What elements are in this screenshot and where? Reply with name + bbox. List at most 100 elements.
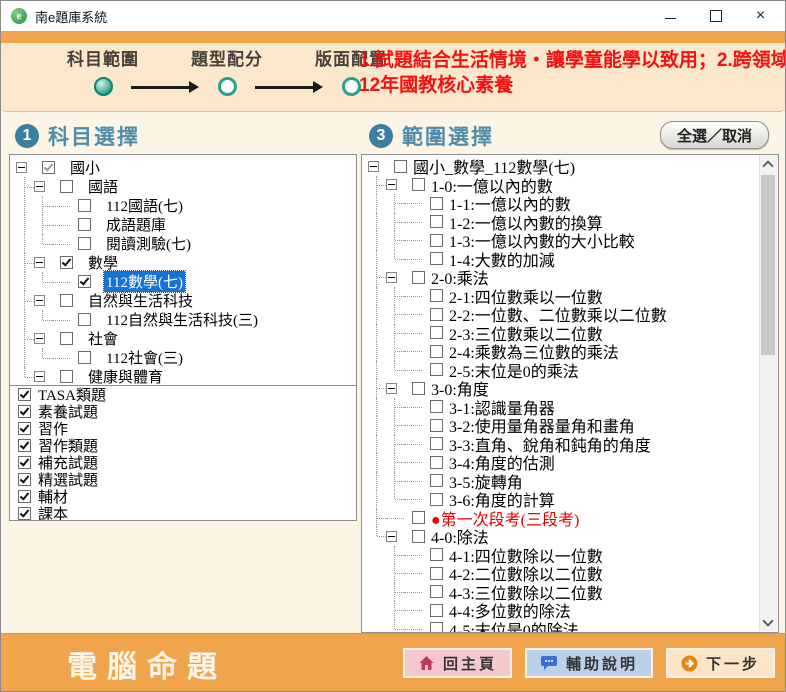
tree-item[interactable]: 社會 — [16, 329, 356, 348]
tree-expander-icon[interactable] — [386, 383, 397, 394]
tree-item-label[interactable]: 社會 — [86, 328, 120, 349]
list-checkbox[interactable] — [18, 507, 31, 520]
tree-expander-icon[interactable] — [34, 257, 45, 268]
maximize-button[interactable] — [693, 1, 738, 30]
tree-expander-icon[interactable] — [386, 179, 397, 190]
list-checkbox[interactable] — [18, 490, 31, 503]
minimize-button[interactable] — [648, 1, 693, 30]
tree-item[interactable]: 1-3:一億以內數的大小比較 — [368, 231, 761, 250]
tree-item-label[interactable]: 112自然與生活科技(三) — [104, 309, 260, 330]
tree-checkbox[interactable] — [78, 351, 91, 364]
help-button[interactable]: 輔助說明 — [525, 648, 653, 678]
tree-item-label[interactable]: 健康與體育 — [86, 366, 165, 387]
tree-checkbox[interactable] — [430, 363, 443, 376]
tree-checkbox[interactable] — [412, 178, 425, 191]
tree-item[interactable]: 3-0:角度 — [368, 379, 761, 398]
tree-checkbox[interactable] — [412, 511, 425, 524]
tree-checkbox[interactable] — [430, 437, 443, 450]
tree-item[interactable]: 1-4:大數的加減 — [368, 250, 761, 269]
close-button[interactable]: × — [738, 1, 783, 30]
tree-item[interactable]: 112數學(七) — [16, 272, 356, 291]
tree-checkbox[interactable] — [78, 218, 91, 231]
list-checkbox[interactable] — [18, 439, 31, 452]
tree-item[interactable]: 2-5:末位是0的乘法 — [368, 361, 761, 380]
tree-checkbox[interactable] — [430, 289, 443, 302]
tree-expander-icon[interactable] — [34, 295, 45, 306]
tree-checkbox[interactable] — [60, 256, 73, 269]
tree-checkbox[interactable] — [430, 456, 443, 469]
tree-expander-icon[interactable] — [16, 162, 27, 173]
tree-checkbox[interactable] — [78, 313, 91, 326]
tree-item-label[interactable]: 成語題庫 — [104, 214, 168, 235]
scrollbar[interactable] — [759, 156, 777, 631]
tree-checkbox[interactable] — [430, 548, 443, 561]
tree-checkbox[interactable] — [430, 252, 443, 265]
tree-checkbox[interactable] — [430, 400, 443, 413]
tree-checkbox[interactable] — [78, 237, 91, 250]
tree-item-label[interactable]: 國小 — [68, 157, 102, 178]
tree-item-label[interactable]: 自然與生活科技 — [86, 290, 195, 311]
tree-item[interactable]: 112社會(三) — [16, 348, 356, 367]
tree-item[interactable]: 112國語(七) — [16, 196, 356, 215]
tree-checkbox[interactable] — [430, 326, 443, 339]
tree-checkbox[interactable] — [430, 567, 443, 580]
list-checkbox[interactable] — [18, 456, 31, 469]
tree-expander-icon[interactable] — [368, 161, 379, 172]
tree-item[interactable]: 數學 — [16, 253, 356, 272]
list-checkbox[interactable] — [18, 473, 31, 486]
tree-item-label[interactable]: 112數學(七) — [104, 271, 185, 292]
tree-item[interactable]: 112自然與生活科技(三) — [16, 310, 356, 329]
tree-checkbox[interactable] — [60, 180, 73, 193]
list-checkbox[interactable] — [18, 405, 31, 418]
tree-item[interactable]: 3-5:旋轉角 — [368, 472, 761, 491]
tree-checkbox[interactable] — [430, 345, 443, 358]
select-toggle-button[interactable]: 全選／取消 — [660, 121, 769, 149]
tree-item[interactable]: 閱讀測驗(七) — [16, 234, 356, 253]
tree-checkbox[interactable] — [430, 215, 443, 228]
tree-checkbox[interactable] — [430, 493, 443, 506]
tree-expander-icon[interactable] — [34, 371, 45, 382]
tree-item[interactable]: 成語題庫 — [16, 215, 356, 234]
tree-item-label[interactable]: 閱讀測驗(七) — [104, 233, 193, 254]
tree-checkbox[interactable] — [430, 419, 443, 432]
tree-item[interactable]: 自然與生活科技 — [16, 291, 356, 310]
tree-item[interactable]: 國語 — [16, 177, 356, 196]
tree-checkbox[interactable] — [412, 382, 425, 395]
tree-expander-icon[interactable] — [34, 333, 45, 344]
tree-checkbox[interactable] — [430, 308, 443, 321]
tree-checkbox[interactable] — [60, 332, 73, 345]
tree-item[interactable]: 國小 — [16, 158, 356, 177]
list-item-label[interactable]: 課本 — [38, 503, 68, 521]
tree-checkbox[interactable] — [430, 234, 443, 247]
tree-item[interactable]: ●第一次段考(三段考) — [368, 509, 761, 528]
tree-item-label[interactable]: 112社會(三) — [104, 347, 185, 368]
tree-checkbox[interactable] — [60, 294, 73, 307]
home-button[interactable]: 回主頁 — [403, 648, 512, 678]
scroll-down-button[interactable] — [760, 614, 776, 631]
next-button[interactable]: 下一步 — [666, 648, 775, 678]
tree-expander-icon[interactable] — [386, 531, 397, 542]
tree-checkbox[interactable] — [430, 604, 443, 617]
tree-checkbox[interactable] — [430, 474, 443, 487]
tree-checkbox[interactable] — [430, 585, 443, 598]
tree-item[interactable]: 國小_數學_112數學(七) — [368, 157, 761, 176]
list-item[interactable]: 課本 — [16, 505, 356, 521]
list-checkbox[interactable] — [18, 388, 31, 401]
tree-checkbox[interactable] — [78, 275, 91, 288]
tree-expander-icon[interactable] — [34, 181, 45, 192]
tree-checkbox[interactable] — [430, 622, 443, 633]
tree-item[interactable]: 3-3:直角、銳角和鈍角的角度 — [368, 435, 761, 454]
tree-item-label[interactable]: 數學 — [86, 252, 120, 273]
tree-item[interactable]: 健康與體育 — [16, 367, 356, 386]
tree-item[interactable]: 4-5:末位是0的除法 — [368, 620, 761, 634]
tree-item[interactable]: 3-4:角度的估測 — [368, 453, 761, 472]
tree-checkbox[interactable] — [60, 370, 73, 383]
tree-item-label[interactable]: 112國語(七) — [104, 195, 185, 216]
scrollbar-thumb[interactable] — [761, 175, 775, 355]
list-checkbox[interactable] — [18, 422, 31, 435]
tree-item-label[interactable]: 4-5:末位是0的除法 — [447, 617, 581, 633]
tree-checkbox[interactable] — [412, 530, 425, 543]
tree-checkbox[interactable] — [78, 199, 91, 212]
tree-item-label[interactable]: 國語 — [86, 176, 120, 197]
tree-expander-icon[interactable] — [386, 272, 397, 283]
